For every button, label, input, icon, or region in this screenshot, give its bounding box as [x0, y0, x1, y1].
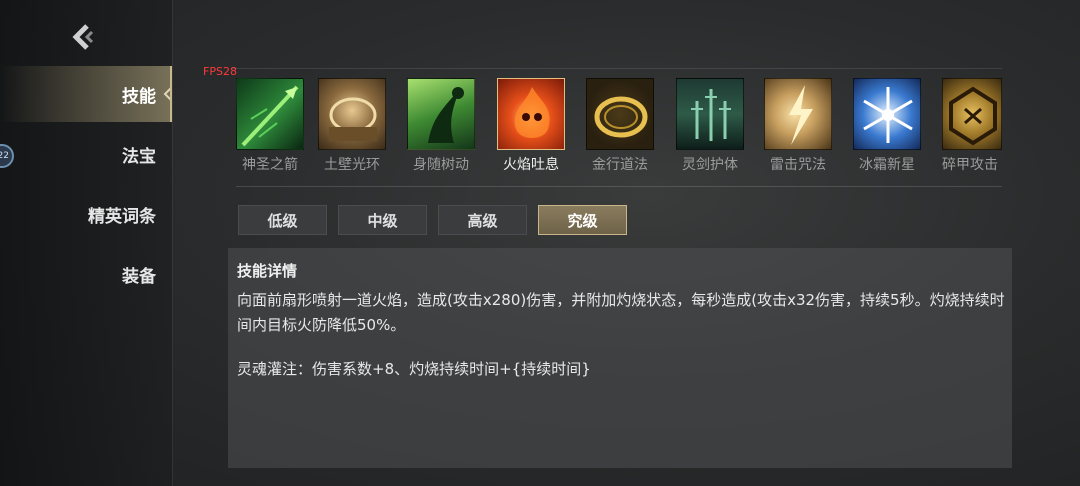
- nav-item-elite-affix[interactable]: 精英词条: [0, 186, 172, 242]
- nav-item-label: 技能: [122, 86, 156, 107]
- skill-label: 身随树动: [413, 157, 469, 173]
- skill-frost-nova[interactable]: 冰霜新星: [853, 78, 923, 174]
- spirit-swords-icon: [676, 78, 744, 150]
- back-arrow-icon: [72, 24, 94, 50]
- detail-title: 技能详情: [237, 262, 298, 280]
- tab-high[interactable]: 高级: [438, 205, 527, 235]
- skill-holy-arrow[interactable]: 神圣之箭: [236, 78, 306, 174]
- nav-item-treasure[interactable]: 法宝: [0, 126, 172, 182]
- skill-thunder-curse[interactable]: 雷击咒法: [764, 78, 834, 174]
- nav-item-label: 法宝: [122, 146, 156, 167]
- nav-item-skills[interactable]: 技能: [0, 66, 172, 122]
- nav-item-label: 装备: [122, 266, 156, 287]
- detail-description: 向面前扇形喷射一道火焰，造成(攻击x280)伤害，并附加灼烧状态，每秒造成(攻击…: [237, 291, 1005, 334]
- skill-row-bottom-line: [236, 186, 1002, 187]
- skill-label: 神圣之箭: [242, 157, 298, 173]
- detail-soul-infusion: 灵魂灌注：伤害系数+8、灼烧持续时间+{持续时间}: [237, 360, 591, 378]
- skill-label: 灵剑护体: [682, 157, 738, 173]
- skill-flame-breath[interactable]: 火焰吐息: [497, 78, 567, 174]
- tab-low[interactable]: 低级: [238, 205, 327, 235]
- back-button[interactable]: [66, 20, 100, 54]
- skill-tree-step[interactable]: 身随树动: [407, 78, 477, 174]
- skill-earth-wall-aura[interactable]: 土壁光环: [318, 78, 388, 174]
- tab-mid[interactable]: 中级: [338, 205, 427, 235]
- skill-spirit-swords[interactable]: 灵剑护体: [676, 78, 746, 174]
- skill-label: 火焰吐息: [503, 157, 559, 173]
- active-chevron-icon: [163, 87, 172, 101]
- skill-armor-break[interactable]: 碎甲攻击: [942, 78, 1012, 174]
- tab-ultimate[interactable]: 究级: [538, 205, 627, 235]
- skill-label: 土壁光环: [324, 157, 380, 173]
- frost-nova-icon: [853, 78, 921, 150]
- skill-label: 碎甲攻击: [942, 157, 998, 173]
- skill-metal-ring[interactable]: 金行道法: [586, 78, 656, 174]
- skill-row-top-line: [232, 68, 1002, 69]
- holy-arrow-icon: [236, 78, 304, 150]
- panel-divider: [172, 0, 173, 486]
- skill-label: 冰霜新星: [859, 157, 915, 173]
- nav-item-label: 精英词条: [88, 206, 156, 227]
- nav-item-equipment[interactable]: 装备: [0, 246, 172, 302]
- thunder-curse-icon: [764, 78, 832, 150]
- skill-detail-panel: 技能详情 向面前扇形喷射一道火焰，造成(攻击x280)伤害，并附加灼烧状态，每秒…: [228, 248, 1012, 468]
- armor-break-icon: [942, 78, 1002, 150]
- skill-label: 金行道法: [592, 157, 648, 173]
- earth-wall-aura-icon: [318, 78, 386, 150]
- flame-breath-icon: [497, 78, 565, 150]
- tree-step-icon: [407, 78, 475, 150]
- metal-ring-icon: [586, 78, 654, 150]
- skill-label: 雷击咒法: [770, 157, 826, 173]
- fps-counter: FPS28: [203, 65, 237, 78]
